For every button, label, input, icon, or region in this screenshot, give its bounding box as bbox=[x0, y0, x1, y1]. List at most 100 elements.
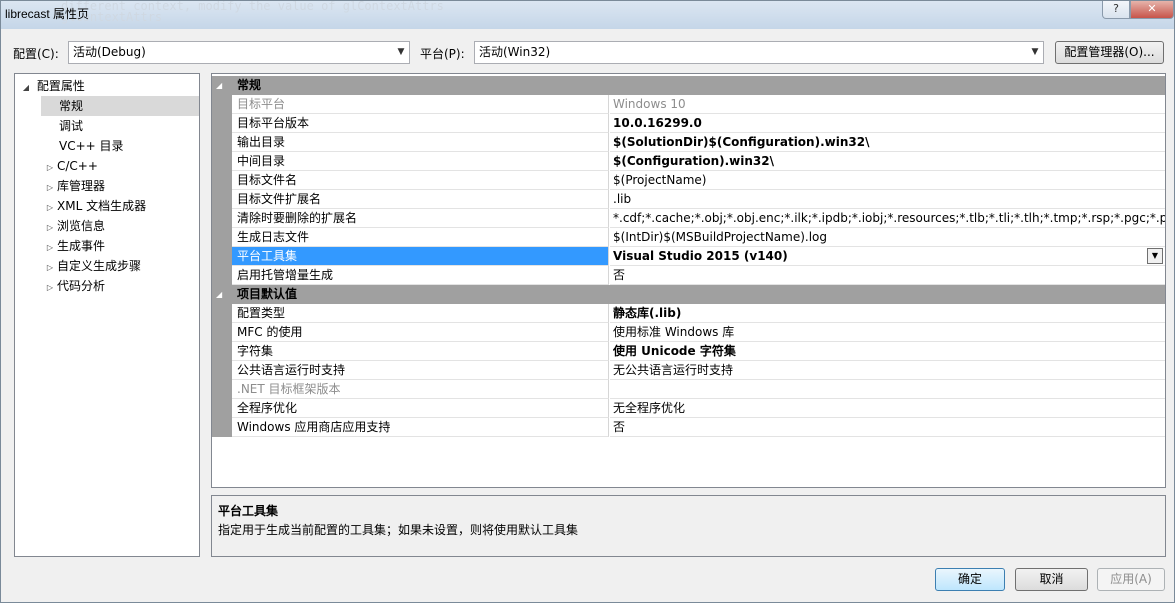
property-value[interactable]: Windows 10 bbox=[610, 95, 1165, 114]
property-name[interactable]: 字符集 bbox=[232, 342, 609, 361]
property-row[interactable]: 平台工具集 Visual Studio 2015 (v140) ▼ bbox=[212, 247, 1165, 266]
property-value[interactable]: 无全程序优化 bbox=[610, 399, 1165, 418]
expand-triangle-icon[interactable]: ▷ bbox=[43, 178, 57, 198]
property-value[interactable]: $(SolutionDir)$(Configuration).win32\ bbox=[610, 133, 1165, 152]
tree-item-label: 自定义生成步骤 bbox=[57, 259, 142, 273]
configuration-manager-button[interactable]: 配置管理器(O)... bbox=[1055, 41, 1164, 64]
row-gutter bbox=[212, 266, 232, 285]
expand-triangle-icon[interactable]: ▷ bbox=[43, 158, 57, 178]
property-name[interactable]: 平台工具集 bbox=[232, 247, 609, 266]
expand-triangle-icon[interactable]: ▷ bbox=[43, 258, 57, 278]
chevron-down-icon: ▼ bbox=[1031, 47, 1039, 57]
collapse-triangle-icon[interactable]: ◢ bbox=[19, 78, 33, 98]
tree-item[interactable]: ▷ 自定义生成步骤 bbox=[43, 256, 201, 276]
property-value-text: 无全程序优化 bbox=[613, 401, 686, 415]
property-row[interactable]: .NET 目标框架版本 bbox=[212, 380, 1165, 399]
property-name[interactable]: 全程序优化 bbox=[232, 399, 609, 418]
property-name[interactable]: MFC 的使用 bbox=[232, 323, 609, 342]
category-label: 常规 bbox=[237, 78, 262, 92]
platform-value: 活动(Win32) bbox=[479, 45, 551, 59]
property-value[interactable]: 10.0.16299.0 bbox=[610, 114, 1165, 133]
chevron-down-icon[interactable]: ▼ bbox=[1147, 248, 1163, 264]
platform-dropdown[interactable]: 活动(Win32) ▼ bbox=[474, 41, 1044, 64]
tree-item-label: 浏览信息 bbox=[57, 219, 106, 233]
property-row[interactable]: 目标平台 Windows 10 bbox=[212, 95, 1165, 114]
property-row[interactable]: 公共语言运行时支持 无公共语言运行时支持 bbox=[212, 361, 1165, 380]
tree-item[interactable]: ▷ XML 文档生成器 bbox=[43, 196, 201, 216]
property-value[interactable]: $(ProjectName) bbox=[610, 171, 1165, 190]
property-value[interactable]: 否 bbox=[610, 418, 1165, 437]
property-name[interactable]: 目标文件名 bbox=[232, 171, 609, 190]
property-value[interactable]: 无公共语言运行时支持 bbox=[610, 361, 1165, 380]
property-name[interactable]: 输出目录 bbox=[232, 133, 609, 152]
tree-item[interactable]: ▷ C/C++ bbox=[43, 156, 201, 176]
row-gutter bbox=[212, 380, 232, 399]
property-row[interactable]: 目标平台版本 10.0.16299.0 bbox=[212, 114, 1165, 133]
property-value[interactable]: 否 bbox=[610, 266, 1165, 285]
property-row[interactable]: Windows 应用商店应用支持否 bbox=[212, 418, 1165, 437]
property-row[interactable]: 目标文件扩展名 .lib bbox=[212, 190, 1165, 209]
collapse-triangle-icon[interactable]: ◢ bbox=[216, 76, 230, 95]
property-name[interactable]: 目标平台 bbox=[232, 95, 609, 114]
property-row[interactable]: 字符集 使用 Unicode 字符集 bbox=[212, 342, 1165, 361]
property-row[interactable]: 输出目录 $(SolutionDir)$(Configuration).win32… bbox=[212, 133, 1165, 152]
help-button[interactable]: ? bbox=[1102, 1, 1130, 19]
property-row[interactable]: 目标文件名 $(ProjectName) bbox=[212, 171, 1165, 190]
property-name[interactable]: 清除时要删除的扩展名 bbox=[232, 209, 609, 228]
property-value[interactable]: 使用 Unicode 字符集 bbox=[610, 342, 1165, 361]
row-gutter bbox=[212, 133, 232, 152]
configuration-dropdown[interactable]: 活动(Debug) ▼ bbox=[68, 41, 410, 64]
category-row[interactable]: ◢ 项目默认值 bbox=[212, 285, 1165, 304]
property-row[interactable]: 中间目录 $(Configuration).win32\ bbox=[212, 152, 1165, 171]
expand-triangle-icon[interactable]: ▷ bbox=[43, 278, 57, 298]
property-name[interactable]: 中间目录 bbox=[232, 152, 609, 171]
property-value[interactable]: $(IntDir)$(MSBuildProjectName).log bbox=[610, 228, 1165, 247]
tree-item[interactable]: ▷ 生成事件 bbox=[43, 236, 201, 256]
row-gutter bbox=[212, 152, 232, 171]
expand-triangle-icon[interactable]: ▷ bbox=[43, 218, 57, 238]
property-value[interactable]: 静态库(.lib) bbox=[610, 304, 1165, 323]
ok-button[interactable]: 确定 bbox=[935, 568, 1005, 591]
property-name[interactable]: 目标文件扩展名 bbox=[232, 190, 609, 209]
cancel-button[interactable]: 取消 bbox=[1015, 568, 1088, 591]
tree-root-label: 配置属性 bbox=[36, 79, 85, 93]
tree-root-item[interactable]: ◢ 配置属性 bbox=[19, 76, 85, 96]
property-value[interactable]: Visual Studio 2015 (v140) ▼ bbox=[610, 247, 1165, 266]
property-name[interactable]: .NET 目标框架版本 bbox=[232, 380, 609, 399]
apply-button[interactable]: 应用(A) bbox=[1097, 568, 1165, 591]
property-row[interactable]: 清除时要删除的扩展名 *.cdf;*.cache;*.obj;*.obj.enc;… bbox=[212, 209, 1165, 228]
property-row[interactable]: MFC 的使用 使用标准 Windows 库 bbox=[212, 323, 1165, 342]
collapse-triangle-icon[interactable]: ◢ bbox=[216, 285, 230, 304]
property-name[interactable]: 配置类型 bbox=[232, 304, 609, 323]
property-name[interactable]: 公共语言运行时支持 bbox=[232, 361, 609, 380]
property-name[interactable]: 目标平台版本 bbox=[232, 114, 609, 133]
category-row[interactable]: ◢ 常规 bbox=[212, 76, 1165, 95]
property-row[interactable]: 全程序优化 无全程序优化 bbox=[212, 399, 1165, 418]
property-value[interactable]: $(Configuration).win32\ bbox=[610, 152, 1165, 171]
property-value[interactable] bbox=[610, 380, 1165, 399]
tree-item-label: 库管理器 bbox=[57, 179, 106, 193]
tree-item[interactable]: 调试 bbox=[41, 116, 199, 136]
expand-triangle-icon[interactable]: ▷ bbox=[43, 238, 57, 258]
property-value-text: *.cdf;*.cache;*.obj;*.obj.enc;*.ilk;*.ip… bbox=[613, 211, 1165, 225]
tree-item[interactable]: 常规 bbox=[41, 96, 199, 116]
property-name[interactable]: 生成日志文件 bbox=[232, 228, 609, 247]
tree-item[interactable]: ▷ 代码分析 bbox=[43, 276, 201, 296]
property-row[interactable]: 启用托管增量生成否 bbox=[212, 266, 1165, 285]
property-pages-window: different context, modify the value of g… bbox=[0, 0, 1175, 603]
expand-triangle-icon[interactable]: ▷ bbox=[43, 198, 57, 218]
tree-item-label: 常规 bbox=[59, 99, 84, 113]
tree-item[interactable]: ▷ 库管理器 bbox=[43, 176, 201, 196]
tree-item[interactable]: VC++ 目录 bbox=[41, 136, 199, 156]
close-button[interactable]: ✕ bbox=[1130, 1, 1174, 19]
property-value[interactable]: .lib bbox=[610, 190, 1165, 209]
title-bar[interactable]: different context, modify the value of g… bbox=[1, 1, 1174, 29]
property-row[interactable]: 生成日志文件 $(IntDir)$(MSBuildProjectName).log bbox=[212, 228, 1165, 247]
property-name[interactable]: Windows 应用商店应用支持 bbox=[232, 418, 609, 437]
property-value[interactable]: *.cdf;*.cache;*.obj;*.obj.enc;*.ilk;*.ip… bbox=[610, 209, 1165, 228]
property-name[interactable]: 启用托管增量生成 bbox=[232, 266, 609, 285]
tree-item[interactable]: ▷ 浏览信息 bbox=[43, 216, 201, 236]
property-value[interactable]: 使用标准 Windows 库 bbox=[610, 323, 1165, 342]
tree-item-label: 生成事件 bbox=[57, 239, 106, 253]
property-row[interactable]: 配置类型 静态库(.lib) bbox=[212, 304, 1165, 323]
